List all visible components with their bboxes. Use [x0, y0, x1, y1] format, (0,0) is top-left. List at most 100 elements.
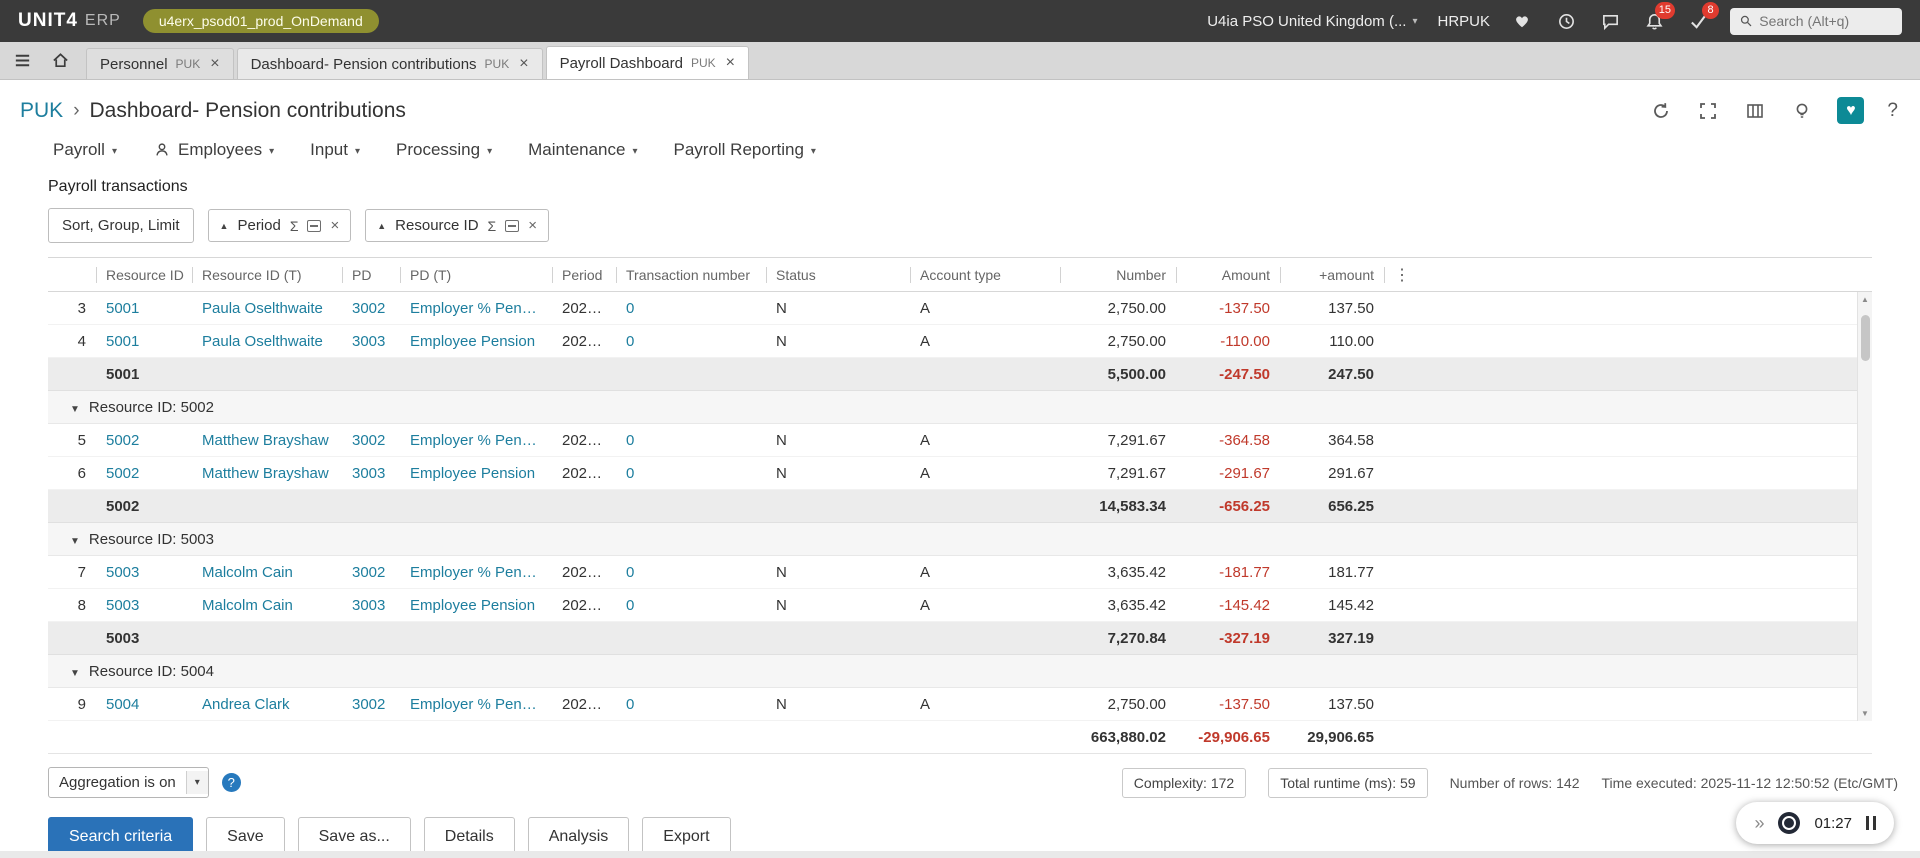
cell-resource-id[interactable]: 5004: [96, 688, 192, 721]
subtotal-row[interactable]: 500214,583.34-656.25656.25: [48, 490, 1872, 523]
cell-pd-t[interactable]: Employer % Pensi...: [400, 556, 552, 589]
col-pd-t[interactable]: PD (T): [400, 258, 552, 292]
menu-maintenance[interactable]: Maintenance ▾: [528, 140, 637, 160]
cell-resource-name[interactable]: Andrea Clark: [192, 688, 342, 721]
filter-chip-period[interactable]: ▲ Period Σ ×: [208, 209, 352, 242]
filter-chip-resource-id[interactable]: ▲ Resource ID Σ ×: [365, 209, 549, 242]
col-status[interactable]: Status: [766, 258, 910, 292]
transaction-row[interactable]: 85003Malcolm Cain3003Employee Pension202…: [48, 589, 1872, 622]
recorder-widget[interactable]: » 01:27: [1736, 802, 1894, 844]
vertical-scrollbar[interactable]: ▲ ▼: [1857, 292, 1872, 721]
scroll-down-icon[interactable]: ▼: [1858, 706, 1872, 721]
messages-button[interactable]: [1598, 9, 1622, 33]
subtotal-row[interactable]: 50015,500.00-247.50247.50: [48, 358, 1872, 391]
fullscreen-button[interactable]: [1696, 99, 1720, 123]
cell-transaction-number[interactable]: 0: [616, 556, 766, 589]
col-transaction-number[interactable]: Transaction number: [616, 258, 766, 292]
cell-resource-name[interactable]: Matthew Brayshaw: [192, 457, 342, 490]
sigma-icon[interactable]: Σ: [488, 218, 497, 234]
menu-payroll[interactable]: Payroll ▾: [53, 140, 117, 160]
export-button[interactable]: Export: [642, 817, 730, 851]
cell-resource-id[interactable]: 5002: [96, 457, 192, 490]
menu-payroll-reporting[interactable]: Payroll Reporting ▾: [674, 140, 816, 160]
cell-pd-t[interactable]: Employer % Pensi...: [400, 292, 552, 325]
cell-pd[interactable]: 3003: [342, 457, 400, 490]
cell-pd[interactable]: 3002: [342, 688, 400, 721]
collapse-chevrons-icon[interactable]: »: [1754, 813, 1764, 834]
close-icon[interactable]: ×: [528, 217, 537, 234]
menu-processing[interactable]: Processing ▾: [396, 140, 492, 160]
cell-resource-id[interactable]: 5002: [96, 424, 192, 457]
tab-payroll-dashboard[interactable]: Payroll Dashboard PUK ×: [546, 46, 749, 79]
save-as-button[interactable]: Save as...: [298, 817, 411, 851]
transaction-row[interactable]: 45001Paula Oselthwaite3003Employee Pensi…: [48, 325, 1872, 358]
cell-resource-id[interactable]: 5003: [96, 556, 192, 589]
global-search-input[interactable]: [1759, 13, 1892, 29]
col-account-type[interactable]: Account type: [910, 258, 1060, 292]
transaction-row[interactable]: 35001Paula Oselthwaite3002Employer % Pen…: [48, 292, 1872, 325]
collapse-group-icon[interactable]: ▼: [70, 668, 80, 679]
grand-total-row[interactable]: 663,880.02-29,906.6529,906.65: [48, 721, 1872, 754]
notifications-button[interactable]: 15: [1642, 9, 1666, 33]
cell-resource-name[interactable]: Paula Oselthwaite: [192, 325, 342, 358]
col-resource-id-t[interactable]: Resource ID (T): [192, 258, 342, 292]
col-period[interactable]: Period: [552, 258, 616, 292]
save-button[interactable]: Save: [206, 817, 284, 851]
home-button[interactable]: [48, 48, 72, 72]
menu-input[interactable]: Input ▾: [310, 140, 360, 160]
favourites-button[interactable]: [1510, 9, 1534, 33]
subtotal-icon[interactable]: [307, 220, 321, 232]
transaction-row[interactable]: 65002Matthew Brayshaw3003Employee Pensio…: [48, 457, 1872, 490]
company-selector[interactable]: U4ia PSO United Kingdom (... ▾: [1207, 13, 1417, 30]
cell-transaction-number[interactable]: 0: [616, 325, 766, 358]
cell-pd-t[interactable]: Employee Pension: [400, 457, 552, 490]
menu-employees[interactable]: Employees ▾: [153, 140, 274, 160]
subtotal-icon[interactable]: [505, 220, 519, 232]
tab-personnel[interactable]: Personnel PUK ×: [86, 48, 234, 79]
transaction-row[interactable]: 55002Matthew Brayshaw3002Employer % Pens…: [48, 424, 1872, 457]
cell-pd-t[interactable]: Employee Pension: [400, 325, 552, 358]
cell-resource-id[interactable]: 5001: [96, 292, 192, 325]
search-criteria-button[interactable]: Search criteria: [48, 817, 193, 851]
cell-pd[interactable]: 3003: [342, 589, 400, 622]
scroll-up-icon[interactable]: ▲: [1858, 292, 1872, 307]
cell-transaction-number[interactable]: 0: [616, 424, 766, 457]
transaction-row[interactable]: 75003Malcolm Cain3002Employer % Pensi...…: [48, 556, 1872, 589]
sort-asc-icon[interactable]: ▲: [377, 221, 386, 231]
tab-dashboard-pension-contributions[interactable]: Dashboard- Pension contributions PUK ×: [237, 48, 543, 79]
history-button[interactable]: [1554, 9, 1578, 33]
cell-pd[interactable]: 3002: [342, 292, 400, 325]
unit4-logo[interactable]: UNIT4: [18, 10, 78, 32]
close-icon[interactable]: ×: [330, 217, 339, 234]
aggregation-dropdown[interactable]: Aggregation is on ▾: [48, 767, 209, 798]
cell-resource-name[interactable]: Matthew Brayshaw: [192, 424, 342, 457]
group-header-row[interactable]: ▼Resource ID: 5002: [48, 391, 1872, 424]
favourite-toggle[interactable]: ♥: [1837, 97, 1864, 124]
insights-button[interactable]: [1790, 99, 1814, 123]
analysis-button[interactable]: Analysis: [528, 817, 630, 851]
collapse-group-icon[interactable]: ▼: [70, 404, 80, 415]
cell-pd[interactable]: 3002: [342, 556, 400, 589]
collapse-group-icon[interactable]: ▼: [70, 536, 80, 547]
cell-pd[interactable]: 3003: [342, 325, 400, 358]
cell-pd-t[interactable]: Employer % Pensi...: [400, 688, 552, 721]
transaction-row[interactable]: 95004Andrea Clark3002Employer % Pensi...…: [48, 688, 1872, 721]
scrollbar-thumb[interactable]: [1861, 315, 1870, 361]
refresh-button[interactable]: [1649, 99, 1673, 123]
sort-group-limit-button[interactable]: Sort, Group, Limit: [48, 208, 194, 243]
breadcrumb-root-link[interactable]: PUK: [20, 99, 63, 123]
pause-button[interactable]: [1866, 816, 1876, 830]
col-pd[interactable]: PD: [342, 258, 400, 292]
column-menu-icon[interactable]: ⋮: [1384, 258, 1424, 292]
user-menu[interactable]: HRPUK: [1437, 13, 1490, 30]
sigma-icon[interactable]: Σ: [290, 218, 299, 234]
close-icon[interactable]: ×: [519, 55, 528, 73]
subtotal-row[interactable]: 50037,270.84-327.19327.19: [48, 622, 1872, 655]
cell-resource-id[interactable]: 5001: [96, 325, 192, 358]
cell-pd-t[interactable]: Employee Pension: [400, 589, 552, 622]
cell-transaction-number[interactable]: 0: [616, 292, 766, 325]
cell-transaction-number[interactable]: 0: [616, 589, 766, 622]
cell-resource-id[interactable]: 5003: [96, 589, 192, 622]
cell-resource-name[interactable]: Malcolm Cain: [192, 556, 342, 589]
cell-pd-t[interactable]: Employer % Pensi...: [400, 424, 552, 457]
